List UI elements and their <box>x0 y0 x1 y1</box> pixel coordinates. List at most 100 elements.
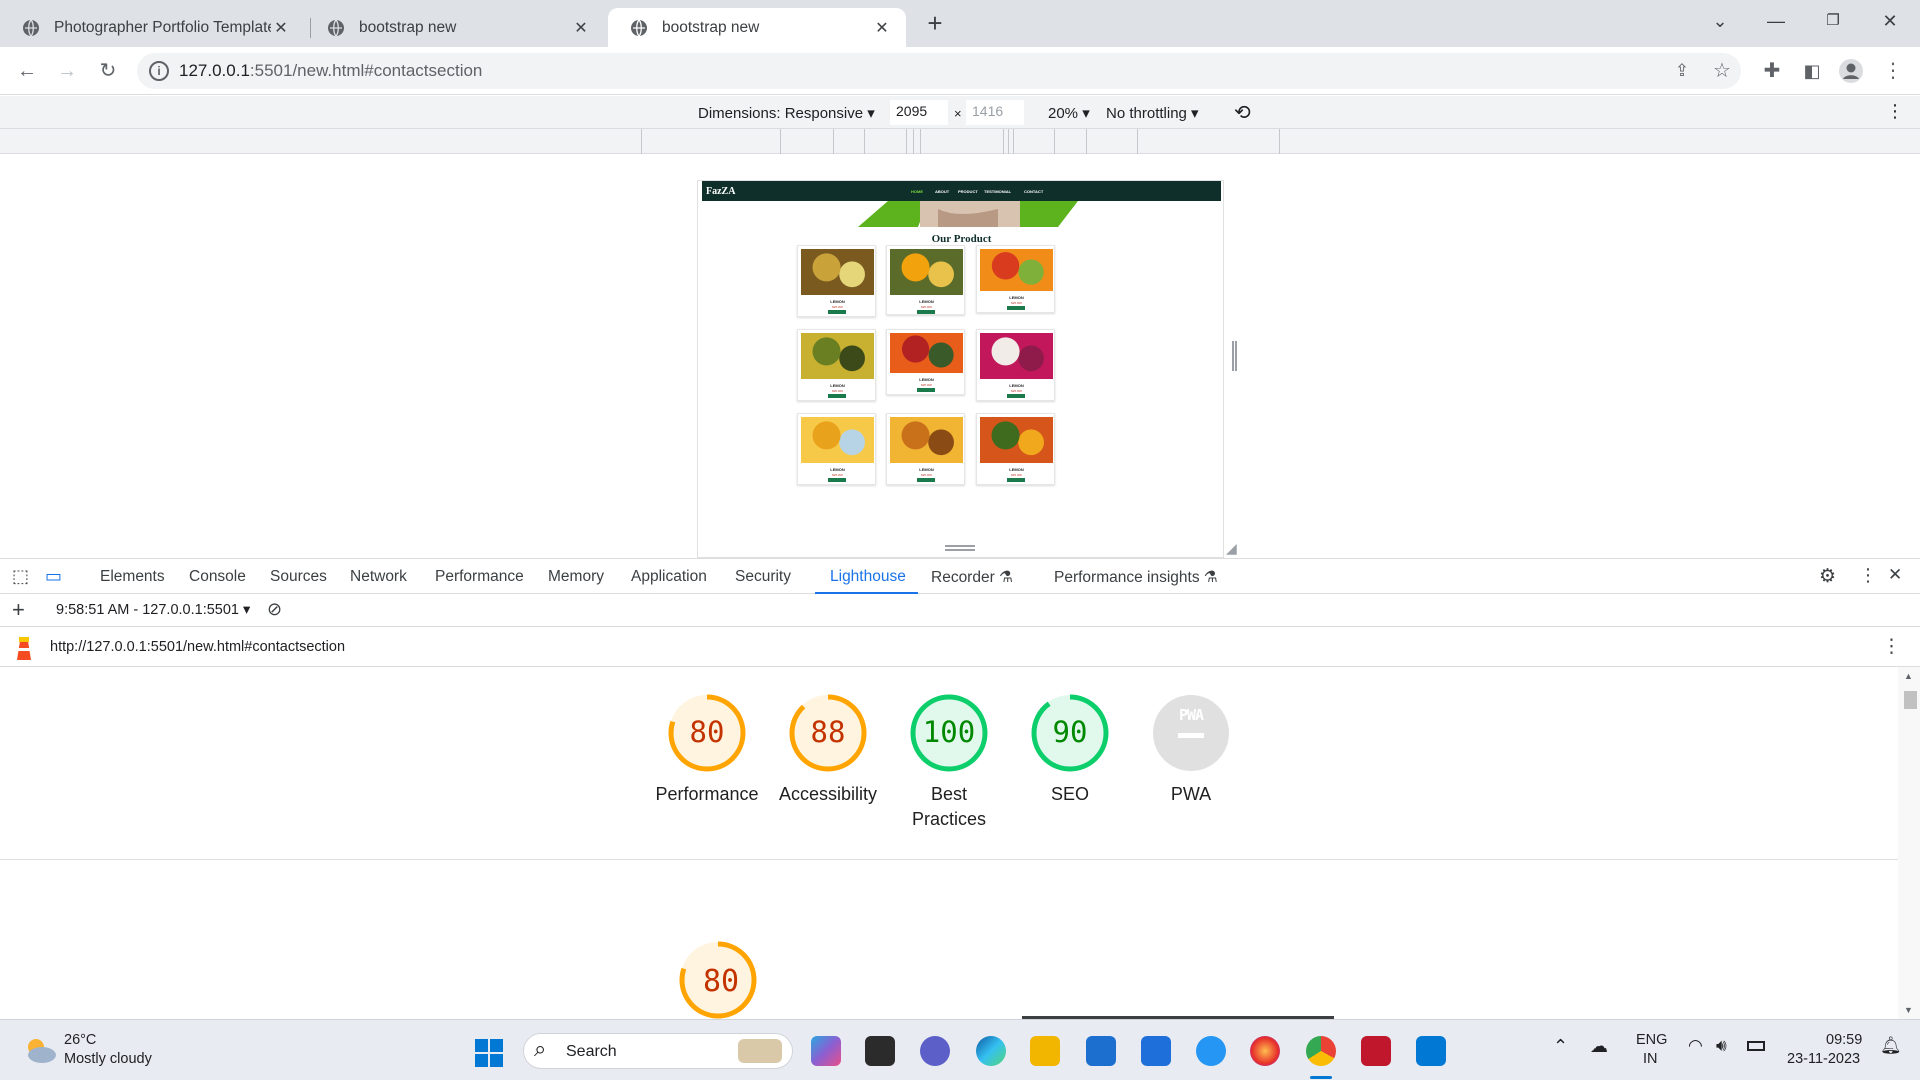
myhp-icon[interactable] <box>1141 1036 1171 1066</box>
extensions-icon[interactable]: ✚ <box>1759 58 1785 84</box>
report-menu-icon[interactable]: ⋮ <box>1882 635 1901 658</box>
browser-tab-3[interactable]: bootstrap new ✕ <box>608 8 906 47</box>
width-input[interactable]: 2095 <box>890 100 948 125</box>
browser-tab-1[interactable]: Photographer Portfolio Template ✕ <box>0 8 305 47</box>
close-window-icon[interactable]: ✕ <box>1870 8 1910 34</box>
buy-button[interactable] <box>917 310 935 314</box>
onedrive-icon[interactable]: ☁ <box>1590 1036 1608 1057</box>
battery-icon[interactable] <box>1747 1041 1765 1051</box>
dimensions-select[interactable]: Dimensions: Responsive ▾ <box>698 104 875 122</box>
close-icon[interactable]: ✕ <box>271 18 291 38</box>
forward-icon[interactable]: → <box>54 58 80 84</box>
edge-icon[interactable] <box>976 1036 1006 1066</box>
buy-button[interactable] <box>828 310 846 314</box>
clock-time[interactable]: 09:59 <box>1826 1032 1862 1048</box>
minimize-icon[interactable]: — <box>1756 8 1796 34</box>
chevron-up-icon[interactable]: ⌃ <box>1553 1036 1568 1057</box>
weather-description[interactable]: Mostly cloudy <box>64 1051 152 1067</box>
nav-link-product[interactable]: PRODUCT <box>958 189 978 194</box>
product-card[interactable]: LEMON $25.000 <box>886 245 965 315</box>
inspect-icon[interactable]: ⬚ <box>12 566 29 587</box>
site-info-icon[interactable]: i <box>149 61 169 81</box>
teams-chat-icon[interactable] <box>920 1036 950 1066</box>
score-gauge-best-practices[interactable]: 100 <box>907 691 991 775</box>
browser-tab-2[interactable]: bootstrap new ✕ <box>305 8 605 47</box>
plus-icon[interactable]: + <box>12 597 25 623</box>
device-toggle-icon[interactable]: ▭ <box>45 566 62 587</box>
tab-elements[interactable]: Elements <box>100 568 165 586</box>
help-icon[interactable] <box>1196 1036 1226 1066</box>
volume-icon[interactable]: 🔊︎ <box>1716 1036 1727 1056</box>
scrollbar-thumb[interactable] <box>1904 691 1917 709</box>
chrome-icon[interactable] <box>1306 1036 1336 1066</box>
weather-temp[interactable]: 26°C <box>64 1032 96 1048</box>
more-options-icon[interactable]: ⋮ <box>1886 101 1904 122</box>
side-panel-icon[interactable]: ◧ <box>1799 58 1825 84</box>
report-url[interactable]: http://127.0.0.1:5501/new.html#contactse… <box>50 639 345 655</box>
avatar[interactable] <box>1838 58 1864 84</box>
tab-lighthouse[interactable]: Lighthouse <box>830 568 906 586</box>
product-card[interactable]: LEMON $25.000 <box>886 329 965 395</box>
copilot-icon[interactable] <box>811 1036 841 1066</box>
height-input[interactable]: 1416 <box>966 100 1024 125</box>
buy-button[interactable] <box>828 478 846 482</box>
wifi-icon[interactable]: ◠ <box>1688 1036 1703 1056</box>
site-logo[interactable]: FazZA <box>706 186 735 197</box>
clock-date[interactable]: 23-11-2023 <box>1787 1051 1860 1067</box>
language-top[interactable]: ENG <box>1636 1032 1667 1048</box>
clear-icon[interactable]: ⊘ <box>267 599 282 620</box>
product-card[interactable]: LEMON $25.000 <box>797 413 876 485</box>
address-url[interactable]: 127.0.0.1:5501/new.html#contactsection <box>179 61 482 81</box>
resize-handle-bottom[interactable] <box>945 545 975 551</box>
tab-security[interactable]: Security <box>735 568 791 586</box>
mendeley-icon[interactable] <box>1361 1036 1391 1066</box>
star-icon[interactable]: ☆ <box>1709 58 1735 84</box>
buy-button[interactable] <box>1007 478 1025 482</box>
throttling-select[interactable]: No throttling ▾ <box>1106 104 1199 122</box>
file-explorer-icon[interactable] <box>1030 1036 1060 1066</box>
gear-icon[interactable]: ⚙ <box>1819 565 1836 588</box>
tab-sources[interactable]: Sources <box>270 568 327 586</box>
tab-performance-insights[interactable]: Performance insights ⚗ <box>1054 568 1218 587</box>
score-gauge-accessibility[interactable]: 88 <box>786 691 870 775</box>
buy-button[interactable] <box>1007 394 1025 398</box>
resize-handle-right[interactable] <box>1232 341 1237 371</box>
tab-network[interactable]: Network <box>350 568 407 586</box>
windows-start-icon[interactable] <box>474 1038 504 1068</box>
task-view-icon[interactable] <box>865 1036 895 1066</box>
report-scrollbar[interactable]: ▲ ▼ <box>1898 667 1920 1019</box>
product-card[interactable]: LEMON $25.000 <box>886 413 965 485</box>
zoom-select[interactable]: 20% ▾ <box>1048 104 1090 122</box>
close-icon[interactable]: ✕ <box>571 18 591 38</box>
resize-corner-icon[interactable]: ◢ <box>1226 540 1237 557</box>
score-gauge-pwa[interactable]: PWA <box>1149 691 1233 775</box>
scroll-up-icon[interactable]: ▲ <box>1904 671 1913 681</box>
scroll-down-icon[interactable]: ▼ <box>1904 1005 1913 1015</box>
share-icon[interactable]: ⇪ <box>1669 58 1695 84</box>
rotate-icon[interactable]: ⟲ <box>1234 100 1251 125</box>
address-bar[interactable]: i 127.0.0.1:5501/new.html#contactsection… <box>137 53 1741 89</box>
product-card[interactable]: LEMON $25.000 <box>976 245 1055 313</box>
product-card[interactable]: LEMON $25.000 <box>797 329 876 401</box>
product-card[interactable]: LEMON $25.000 <box>976 413 1055 485</box>
tab-recorder[interactable]: Recorder ⚗ <box>931 568 1013 587</box>
store-icon[interactable] <box>1086 1036 1116 1066</box>
buy-button[interactable] <box>1007 306 1025 310</box>
reload-icon[interactable]: ↻ <box>95 58 121 84</box>
language-bottom[interactable]: IN <box>1643 1051 1658 1067</box>
page-frame[interactable]: FazZA HOME ABOUT PRODUCT TESTIMONIAL CON… <box>697 180 1224 558</box>
menu-icon[interactable]: ⋮ <box>1880 58 1906 84</box>
nav-link-about[interactable]: ABOUT <box>935 189 949 194</box>
score-gauge-seo[interactable]: 90 <box>1028 691 1112 775</box>
performance-score-gauge-large[interactable]: 80 <box>676 938 766 1019</box>
notification-bell-icon[interactable]: 🔔︎ <box>1880 1036 1902 1056</box>
report-selector[interactable]: 9:58:51 AM - 127.0.0.1:5501 ▾ <box>56 602 250 618</box>
restore-icon[interactable]: ❐ <box>1813 8 1853 34</box>
buy-button[interactable] <box>917 388 935 392</box>
plus-icon[interactable]: + <box>915 10 955 36</box>
tab-console[interactable]: Console <box>189 568 246 586</box>
close-devtools-icon[interactable]: ✕ <box>1888 565 1902 585</box>
close-icon[interactable]: ✕ <box>872 18 892 38</box>
tab-memory[interactable]: Memory <box>548 568 604 586</box>
buy-button[interactable] <box>828 394 846 398</box>
